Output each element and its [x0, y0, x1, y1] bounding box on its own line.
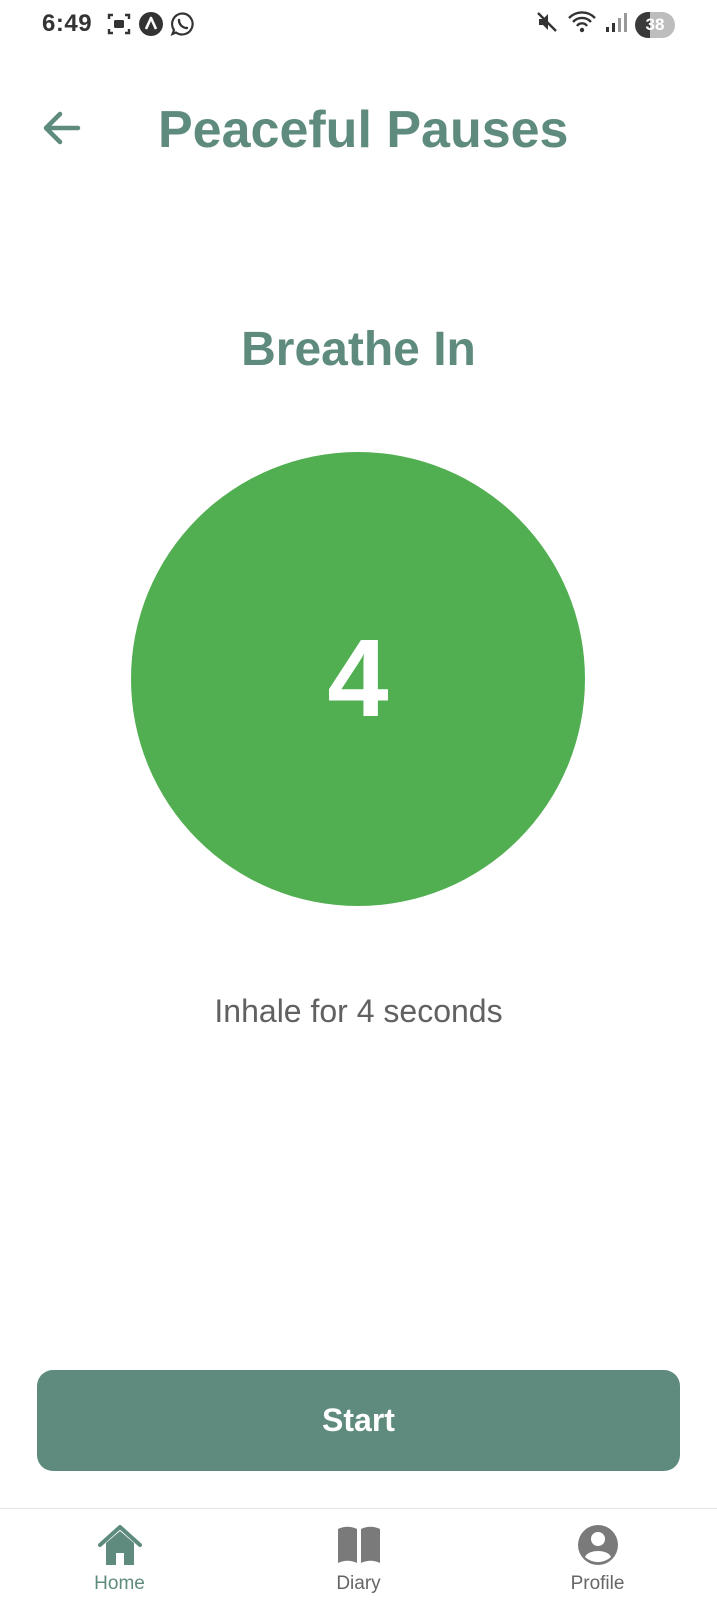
breathing-screen: 6:49 38 Peaceful Pauses Breathe In 4 Inh…: [0, 0, 717, 1600]
nav-label-diary: Diary: [336, 1573, 381, 1594]
status-right-icons: 38: [535, 10, 675, 39]
breathing-instruction: Inhale for 4 seconds: [214, 993, 503, 1029]
breathing-phase-label: Breathe In: [241, 323, 476, 376]
nav-item-profile[interactable]: Profile: [478, 1509, 717, 1600]
screenshot-icon: [106, 11, 132, 42]
bottom-nav: Home Diary Profile: [0, 1508, 717, 1600]
whatsapp-icon: [170, 11, 196, 42]
nav-label-profile: Profile: [570, 1573, 625, 1594]
breathing-countdown: 4: [327, 617, 389, 740]
nav-item-home[interactable]: Home: [0, 1509, 239, 1600]
battery-indicator: 38: [635, 11, 675, 38]
book-icon: [335, 1523, 383, 1567]
app-a-icon: [138, 11, 164, 42]
arrow-left-icon: [40, 108, 84, 153]
status-time: 6:49: [42, 10, 93, 37]
status-bar: 6:49 38: [0, 0, 717, 48]
back-button[interactable]: [36, 106, 88, 154]
signal-icon: [605, 10, 627, 39]
breathing-circle: 4: [131, 452, 585, 906]
status-left-icons: [106, 11, 196, 42]
nav-item-diary[interactable]: Diary: [239, 1509, 478, 1600]
start-button[interactable]: Start: [37, 1370, 680, 1471]
user-circle-icon: [574, 1523, 622, 1567]
home-icon: [96, 1523, 144, 1567]
nav-label-home: Home: [94, 1573, 145, 1594]
page-title: Peaceful Pauses: [158, 101, 569, 159]
wifi-icon: [567, 10, 597, 39]
mute-icon: [535, 10, 559, 39]
